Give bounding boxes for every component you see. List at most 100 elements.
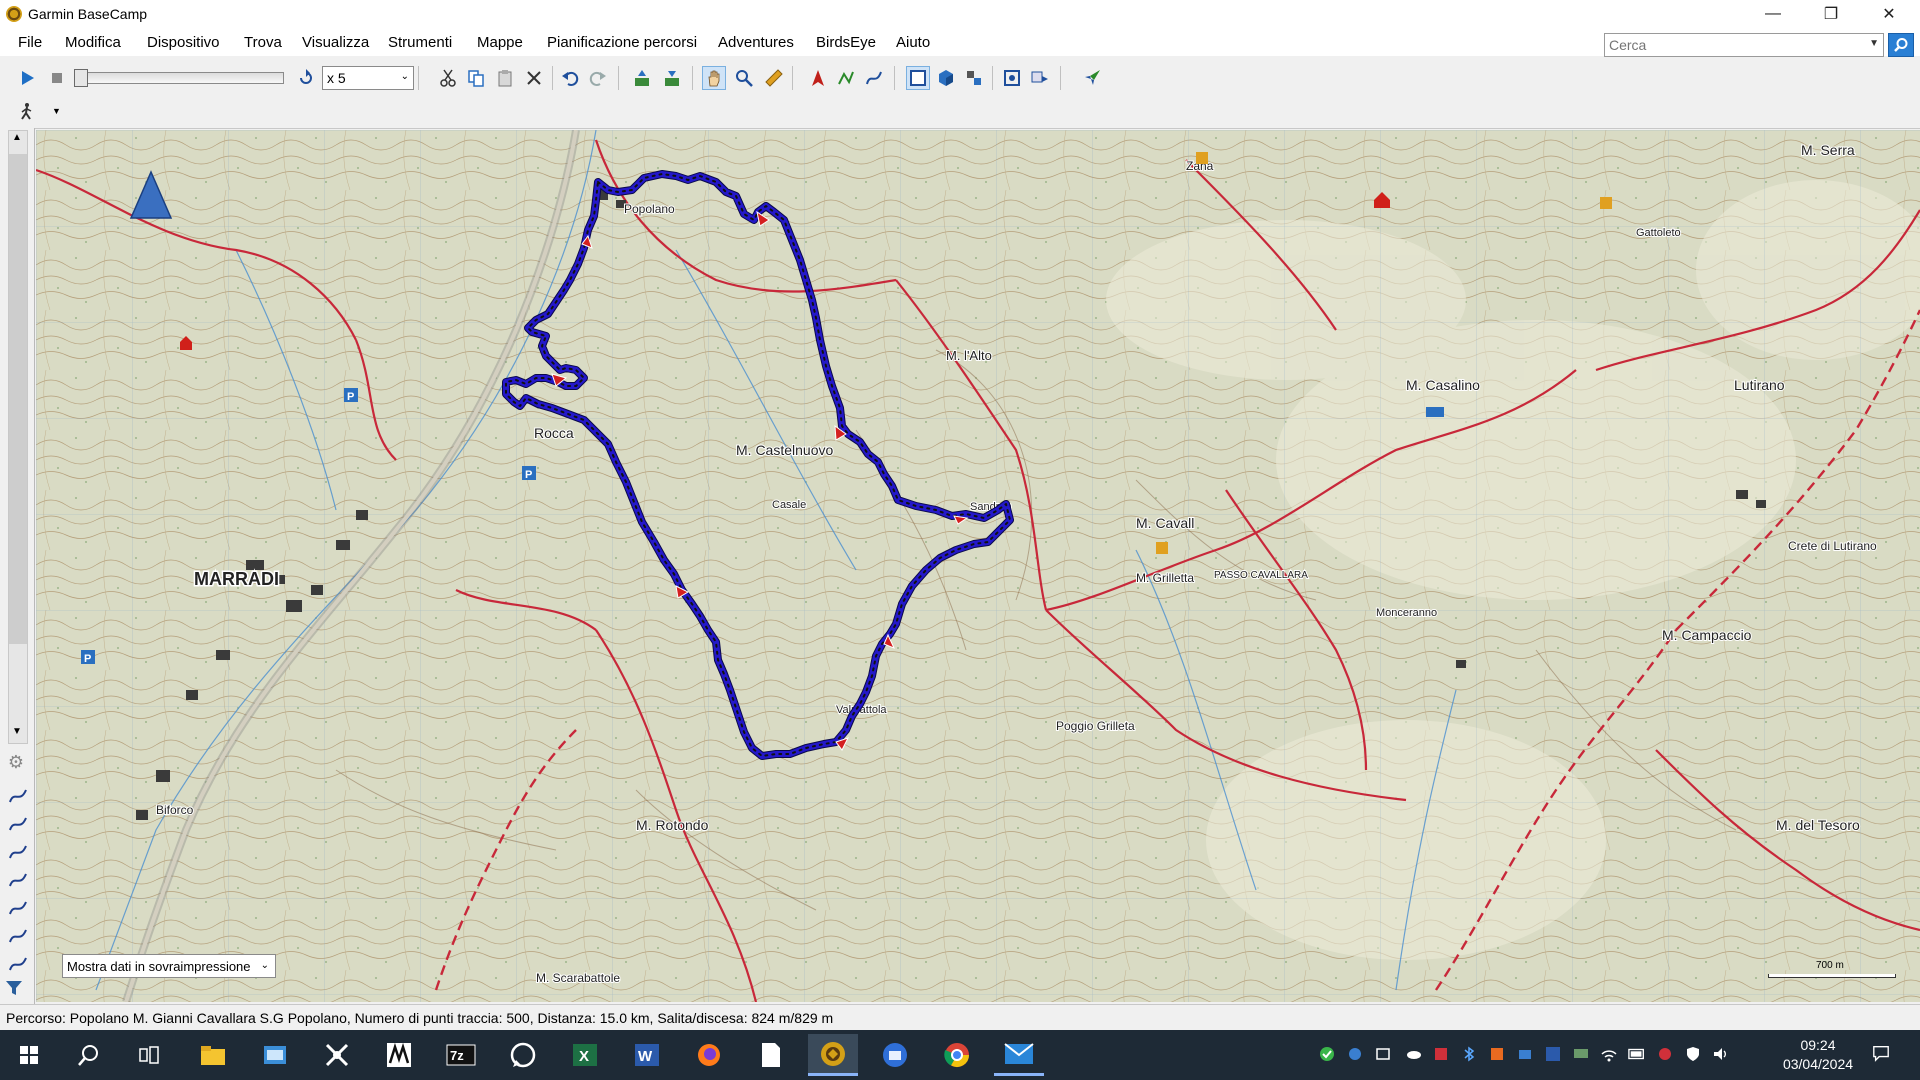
search-box[interactable]: ▼	[1604, 33, 1884, 57]
paste-button[interactable]	[493, 66, 517, 90]
scroll-down-icon[interactable]: ▼	[12, 726, 22, 737]
menu-modifica[interactable]: Modifica	[65, 34, 121, 51]
track-icon[interactable]	[6, 784, 30, 974]
display-tray-icon[interactable]	[1572, 1045, 1590, 1063]
office-tray-icon[interactable]	[1488, 1045, 1506, 1063]
play-button[interactable]	[15, 66, 39, 90]
playback-slider-thumb[interactable]	[74, 69, 88, 87]
new-track-button[interactable]	[862, 66, 886, 90]
mail-button[interactable]	[994, 1034, 1044, 1076]
map-layers-button[interactable]	[962, 66, 986, 90]
receive-from-device-button[interactable]	[630, 66, 654, 90]
thunderbird-button[interactable]	[870, 1034, 920, 1076]
undo-button[interactable]	[558, 66, 582, 90]
file-explorer-button[interactable]	[188, 1034, 238, 1076]
svg-text:7z: 7z	[450, 1048, 464, 1063]
metrix-button[interactable]	[374, 1034, 424, 1076]
menu-file[interactable]: File	[18, 34, 42, 51]
search-button[interactable]	[1888, 33, 1914, 57]
remote-tray-icon[interactable]	[1374, 1045, 1392, 1063]
minimize-button[interactable]: —	[1744, 0, 1802, 28]
wifi-tray-icon[interactable]	[1600, 1045, 1618, 1063]
delete-button[interactable]	[522, 66, 546, 90]
chrome-icon	[944, 1043, 969, 1068]
menu-trova[interactable]: Trova	[244, 34, 282, 51]
playback-speed-select[interactable]: x 5 ⌄	[322, 66, 414, 90]
topo-map[interactable]: MARRADI Popolano M. l'Alto M. Castelnuov…	[36, 130, 1920, 1002]
3d-view-button[interactable]	[934, 66, 958, 90]
start-button[interactable]	[4, 1034, 54, 1076]
measure-tool-button[interactable]	[762, 66, 786, 90]
word-tray-icon[interactable]	[1544, 1045, 1562, 1063]
battery-tray-icon[interactable]	[1628, 1045, 1646, 1063]
cut-button[interactable]	[436, 66, 460, 90]
copy-button[interactable]	[464, 66, 488, 90]
scroll-up-icon[interactable]: ▲	[12, 132, 22, 143]
overlay-data-select[interactable]: Mostra dati in sovraimpressione ⌄	[62, 954, 276, 978]
menu-adventures[interactable]: Adventures	[718, 34, 794, 51]
filter-button[interactable]	[4, 978, 28, 998]
garmin-basecamp-taskbar-button[interactable]	[808, 1034, 858, 1076]
zoom-tool-button[interactable]	[732, 66, 756, 90]
security-tray-icon[interactable]	[1318, 1045, 1336, 1063]
notepad-button[interactable]	[746, 1034, 796, 1076]
vpn-tray-icon[interactable]	[1346, 1045, 1364, 1063]
hand-tool-button[interactable]	[702, 66, 726, 90]
7zip-icon: 7z	[446, 1044, 476, 1066]
menu-dispositivo[interactable]: Dispositivo	[147, 34, 220, 51]
notepad-icon	[762, 1043, 780, 1067]
profile-dropdown-icon[interactable]: ▼	[52, 106, 61, 116]
profile-activity-button[interactable]	[14, 100, 38, 124]
menu-mappe[interactable]: Mappe	[477, 34, 523, 51]
firefox-button[interactable]	[684, 1034, 734, 1076]
3d-cube-icon	[939, 70, 953, 86]
search-dropdown-icon[interactable]: ▼	[1869, 38, 1879, 49]
notification-center-icon[interactable]	[1872, 1044, 1890, 1062]
new-waypoint-button[interactable]	[806, 66, 830, 90]
redo-button[interactable]	[586, 66, 610, 90]
toolbar-separator	[618, 66, 619, 90]
task-view-button[interactable]	[124, 1034, 174, 1076]
fit-map-button[interactable]	[1000, 66, 1024, 90]
menu-strumenti[interactable]: Strumenti	[388, 34, 452, 51]
transfer-button[interactable]	[1028, 66, 1052, 90]
chrome-button[interactable]	[932, 1034, 982, 1076]
library-scrollbar-thumb[interactable]	[9, 154, 27, 644]
drone-app-icon	[325, 1043, 349, 1067]
onedrive-tray-icon[interactable]	[1404, 1045, 1422, 1063]
app-tray-icon[interactable]	[1432, 1045, 1450, 1063]
clock-time[interactable]: 09:24	[1790, 1037, 1846, 1053]
gear-icon[interactable]: ⚙	[4, 752, 28, 776]
stop-button[interactable]	[45, 66, 69, 90]
send-to-device-button[interactable]	[660, 66, 684, 90]
route-status-text: Percorso: Popolano M. Gianni Cavallara S…	[6, 1010, 834, 1026]
menu-pianificazione-percorsi[interactable]: Pianificazione percorsi	[547, 34, 697, 51]
bluetooth-tray-icon[interactable]	[1460, 1045, 1478, 1063]
menu-birdseye[interactable]: BirdsEye	[816, 34, 876, 51]
search-input[interactable]	[1609, 37, 1849, 53]
2d-view-button[interactable]	[906, 66, 930, 90]
volume-tray-icon[interactable]	[1712, 1045, 1730, 1063]
clock-date[interactable]: 03/04/2024	[1766, 1056, 1870, 1072]
menu-aiuto[interactable]: Aiuto	[896, 34, 930, 51]
send-garmin-adventure-button[interactable]	[1080, 66, 1104, 90]
garmin-basecamp-icon	[821, 1041, 845, 1066]
playback-slider[interactable]	[74, 72, 284, 84]
loop-button[interactable]	[294, 66, 318, 90]
search-taskbar-button[interactable]	[64, 1034, 114, 1076]
excel-button[interactable]: X	[560, 1034, 610, 1076]
menu-visualizza[interactable]: Visualizza	[302, 34, 369, 51]
map-canvas[interactable]: MARRADI Popolano M. l'Alto M. Castelnuov…	[36, 130, 1920, 1002]
shield-tray-icon[interactable]	[1684, 1045, 1702, 1063]
whatsapp-button[interactable]	[498, 1034, 548, 1076]
drone-app-button[interactable]	[312, 1034, 362, 1076]
new-route-button[interactable]	[834, 66, 858, 90]
network-drive-tray-icon[interactable]	[1516, 1045, 1534, 1063]
close-button[interactable]: ✕	[1860, 0, 1918, 28]
restore-button[interactable]: ❐	[1802, 0, 1860, 28]
word-button[interactable]: W	[622, 1034, 672, 1076]
antivirus-tray-icon[interactable]	[1656, 1045, 1674, 1063]
map-label: Lutirano	[1734, 377, 1785, 393]
outlook-button[interactable]	[250, 1034, 300, 1076]
7zip-button[interactable]: 7z	[436, 1034, 486, 1076]
